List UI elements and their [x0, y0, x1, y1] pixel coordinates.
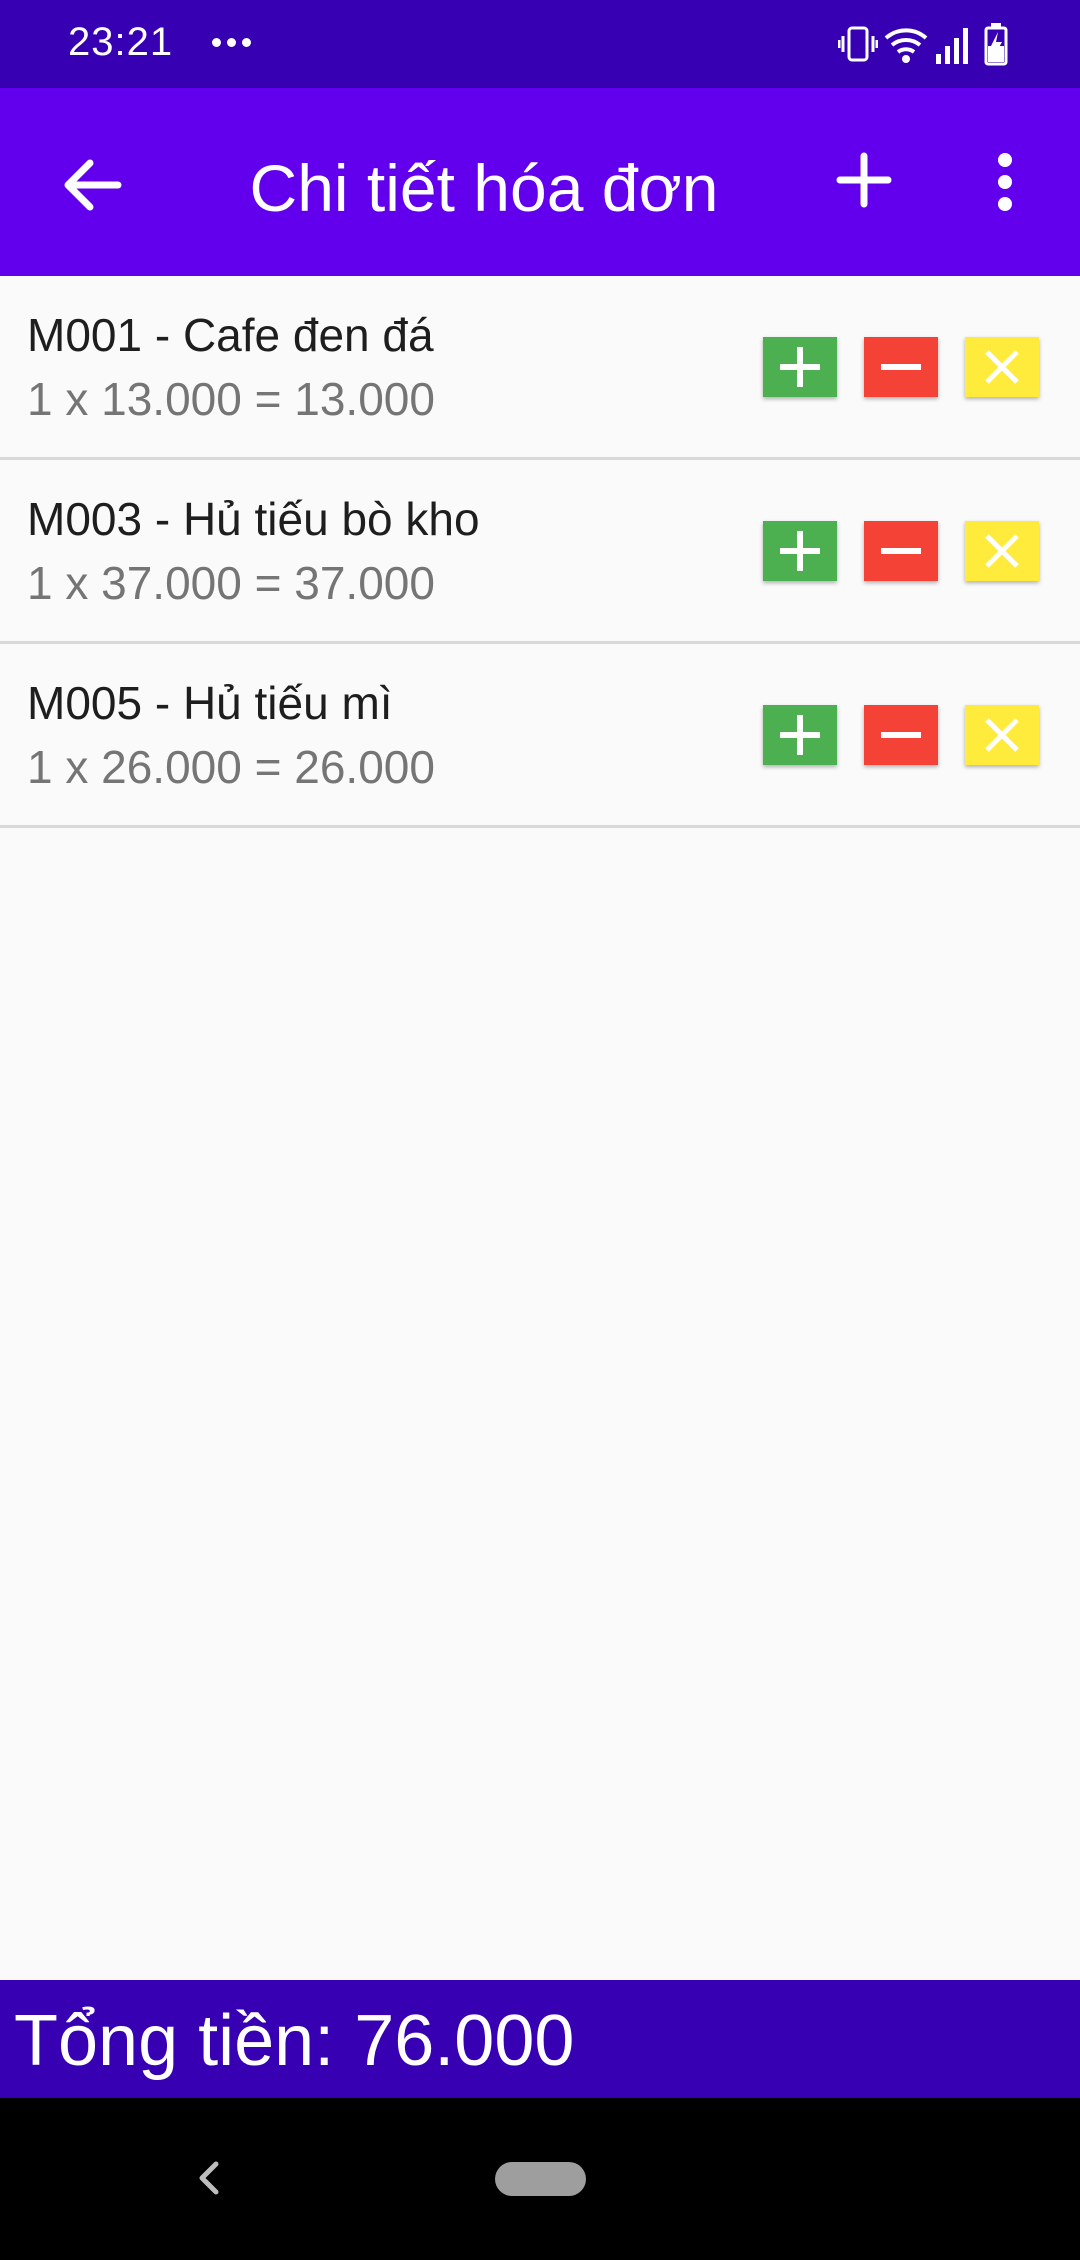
total-bar: Tổng tiền: 76.000	[0, 1980, 1080, 2098]
more-vert-icon	[998, 153, 1012, 211]
page-title: Chi tiết hóa đơn	[249, 151, 719, 225]
minus-icon	[864, 705, 938, 765]
increase-button[interactable]	[763, 337, 837, 397]
item-detail: 1 x 13.000 = 13.000	[27, 373, 435, 425]
close-icon	[965, 521, 1039, 581]
plus-icon	[763, 337, 837, 397]
minus-icon	[864, 337, 938, 397]
close-icon	[965, 705, 1039, 765]
nav-back-icon	[199, 2161, 219, 2195]
item-title: M003 - Hủ tiếu bò kho	[27, 493, 480, 545]
increase-button[interactable]	[763, 705, 837, 765]
item-detail: 1 x 37.000 = 37.000	[27, 557, 435, 609]
home-pill-icon[interactable]	[495, 2162, 586, 2196]
total-amount: Tổng tiền: 76.000	[14, 2001, 575, 2081]
list-item[interactable]: M003 - Hủ tiếu bò kho 1 x 37.000 = 37.00…	[0, 460, 1080, 644]
nav-back-button[interactable]	[190, 2156, 230, 2200]
item-title: M001 - Cafe đen đá	[27, 309, 434, 361]
plus-icon	[763, 521, 837, 581]
app-bar: Chi tiết hóa đơn	[0, 88, 1080, 276]
list-item[interactable]: M005 - Hủ tiếu mì 1 x 26.000 = 26.000	[0, 644, 1080, 828]
item-detail: 1 x 26.000 = 26.000	[27, 741, 435, 793]
close-icon	[965, 337, 1039, 397]
order-item-list: M001 - Cafe đen đá 1 x 13.000 = 13.000 M…	[0, 276, 1080, 828]
status-bar: 23:21	[0, 0, 1080, 88]
wifi-icon	[884, 28, 928, 63]
status-icons	[838, 20, 1028, 70]
item-title: M005 - Hủ tiếu mì	[27, 677, 393, 729]
plus-icon	[763, 705, 837, 765]
add-item-button[interactable]	[832, 148, 896, 212]
remove-button[interactable]	[965, 521, 1039, 581]
decrease-button[interactable]	[864, 337, 938, 397]
remove-button[interactable]	[965, 337, 1039, 397]
decrease-button[interactable]	[864, 521, 938, 581]
vibrate-icon	[838, 26, 878, 62]
decrease-button[interactable]	[864, 705, 938, 765]
battery-charging-icon	[984, 23, 1008, 66]
list-item[interactable]: M001 - Cafe đen đá 1 x 13.000 = 13.000	[0, 276, 1080, 460]
increase-button[interactable]	[763, 521, 837, 581]
overflow-menu-button[interactable]	[990, 150, 1020, 214]
system-nav-bar	[0, 2098, 1080, 2260]
status-time: 23:21	[68, 20, 174, 64]
plus-icon	[836, 152, 892, 208]
minus-icon	[864, 521, 938, 581]
signal-icon	[936, 28, 968, 64]
remove-button[interactable]	[965, 705, 1039, 765]
three-dots-icon	[210, 38, 254, 48]
